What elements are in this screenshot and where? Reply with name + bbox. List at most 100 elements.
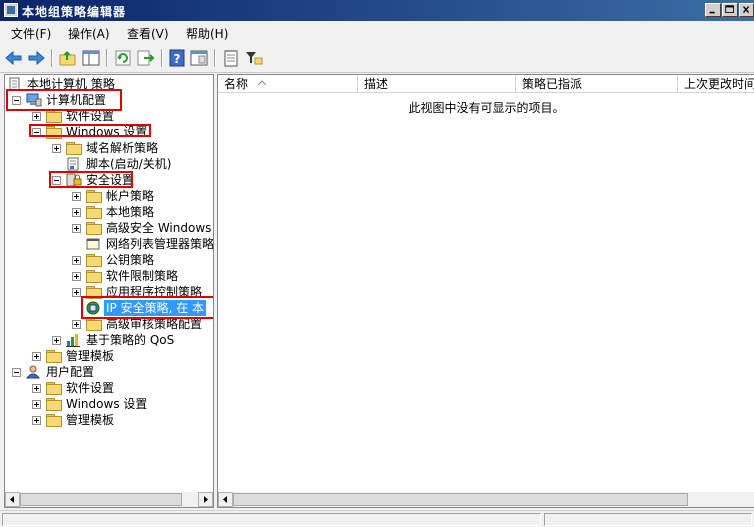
empty-view-message: 此视图中没有可显示的项目。 bbox=[408, 101, 565, 115]
maximize-icon bbox=[725, 5, 734, 13]
toolbar-separator bbox=[51, 49, 53, 67]
tree-label: 本地策略 bbox=[106, 205, 155, 219]
folder-lock-icon bbox=[86, 190, 102, 203]
expand-icon[interactable] bbox=[32, 400, 41, 409]
annotation-box bbox=[81, 296, 213, 319]
menu-action[interactable]: 操作(A) bbox=[68, 25, 110, 42]
column-header-policy-assigned[interactable]: 策略已指派 bbox=[516, 75, 678, 93]
folder-icon bbox=[66, 142, 82, 155]
back-icon[interactable] bbox=[4, 48, 24, 68]
column-header-last-modified[interactable]: 上次更改时间 bbox=[678, 75, 754, 93]
tree-label: 管理模板 bbox=[66, 413, 115, 427]
tree-label: 基于策略的 QoS bbox=[86, 333, 175, 347]
help-icon[interactable]: ? bbox=[167, 48, 187, 68]
scroll-thumb[interactable] bbox=[20, 493, 182, 506]
column-label: 上次更改时间 bbox=[684, 77, 754, 91]
script-icon bbox=[67, 157, 79, 171]
minimize-button[interactable] bbox=[705, 3, 721, 17]
annotation-box bbox=[29, 124, 151, 137]
folder-icon bbox=[46, 350, 62, 363]
expand-icon[interactable] bbox=[32, 112, 41, 121]
expand-icon[interactable] bbox=[32, 416, 41, 425]
notepad-icon[interactable] bbox=[221, 48, 241, 68]
bar-chart-icon bbox=[66, 334, 80, 347]
expand-icon[interactable] bbox=[72, 224, 81, 233]
tree-label: 公钥策略 bbox=[106, 253, 155, 267]
tree-label: 高级安全 Windows 防 bbox=[106, 221, 213, 235]
tree-label: Windows 设置 bbox=[66, 397, 148, 411]
tree-pane[interactable]: 本地计算机 策略 计算机配置 软件设置 Windows 设置 域名解析策略 脚本… bbox=[4, 74, 214, 508]
arrow-left-icon bbox=[223, 496, 227, 503]
expand-icon[interactable] bbox=[72, 320, 81, 329]
folder-icon bbox=[86, 270, 102, 283]
scroll-thumb[interactable] bbox=[233, 493, 688, 506]
export-list-icon[interactable] bbox=[135, 48, 155, 68]
arrow-right-icon bbox=[204, 496, 208, 503]
user-icon bbox=[26, 365, 41, 379]
column-label: 名称 bbox=[224, 77, 249, 91]
expand-icon[interactable] bbox=[72, 256, 81, 265]
folder-icon bbox=[46, 110, 62, 123]
column-label: 描述 bbox=[364, 77, 389, 91]
tree-label: 网络列表管理器策略 bbox=[106, 237, 214, 251]
app-icon bbox=[4, 3, 18, 17]
expand-icon[interactable] bbox=[72, 208, 81, 217]
refresh-icon[interactable] bbox=[113, 48, 133, 68]
scroll-left-button[interactable] bbox=[5, 492, 20, 507]
tree-label: 软件限制策略 bbox=[106, 269, 179, 283]
properties-icon[interactable] bbox=[189, 48, 209, 68]
folder-icon bbox=[86, 318, 102, 331]
title-bar: 本地组策略编辑器 bbox=[0, 0, 754, 21]
scroll-right-button[interactable] bbox=[198, 492, 213, 507]
annotation-box bbox=[6, 89, 122, 111]
folder-icon bbox=[46, 398, 62, 411]
filter-icon[interactable] bbox=[244, 48, 264, 68]
toolbar: ? bbox=[0, 44, 754, 73]
column-header-name[interactable]: 名称 bbox=[218, 75, 358, 93]
status-bar bbox=[0, 510, 754, 527]
close-icon bbox=[742, 6, 750, 14]
column-label: 策略已指派 bbox=[522, 77, 583, 91]
folder-icon bbox=[86, 254, 102, 267]
maximize-button[interactable] bbox=[722, 3, 738, 17]
list-horizontal-scrollbar[interactable] bbox=[218, 492, 754, 507]
menu-help[interactable]: 帮助(H) bbox=[186, 25, 228, 42]
tree-label: 用户配置 bbox=[46, 365, 95, 379]
tree-label: 管理模板 bbox=[66, 349, 115, 363]
expand-icon[interactable] bbox=[32, 384, 41, 393]
status-panel bbox=[2, 513, 541, 526]
menu-bar: 文件(F) 操作(A) 查看(V) 帮助(H) bbox=[0, 21, 754, 45]
menu-file[interactable]: 文件(F) bbox=[11, 25, 51, 42]
column-header-description[interactable]: 描述 bbox=[358, 75, 516, 93]
expand-icon[interactable] bbox=[72, 288, 81, 297]
up-folder-icon[interactable] bbox=[58, 48, 78, 68]
tree-label: 软件设置 bbox=[66, 381, 115, 395]
list-icon bbox=[86, 238, 100, 250]
list-pane[interactable]: 名称 描述 策略已指派 上次更改时间 此视图中没有可显示的项目。 bbox=[217, 74, 754, 508]
expand-icon[interactable] bbox=[52, 144, 61, 153]
annotation-box bbox=[49, 171, 133, 188]
menu-view[interactable]: 查看(V) bbox=[127, 25, 169, 42]
toolbar-separator bbox=[214, 49, 216, 67]
tree-label: 域名解析策略 bbox=[86, 141, 159, 155]
window-title: 本地组策略编辑器 bbox=[22, 5, 127, 19]
expand-icon[interactable] bbox=[72, 192, 81, 201]
tree-horizontal-scrollbar[interactable] bbox=[5, 492, 213, 507]
collapse-icon[interactable] bbox=[12, 368, 21, 377]
status-panel bbox=[544, 513, 752, 526]
forward-icon[interactable] bbox=[26, 48, 46, 68]
expand-icon[interactable] bbox=[52, 336, 61, 345]
expand-icon[interactable] bbox=[72, 272, 81, 281]
show-hide-tree-icon[interactable] bbox=[81, 48, 101, 68]
scroll-left-button[interactable] bbox=[218, 492, 233, 507]
svg-text:?: ? bbox=[174, 52, 181, 66]
arrow-left-icon bbox=[10, 496, 14, 503]
close-button[interactable] bbox=[739, 3, 754, 17]
folder-icon bbox=[86, 222, 102, 235]
folder-icon bbox=[46, 382, 62, 395]
sort-ascending-icon bbox=[258, 80, 266, 86]
toolbar-separator bbox=[161, 49, 163, 67]
expand-icon[interactable] bbox=[32, 352, 41, 361]
minimize-icon bbox=[709, 11, 715, 14]
tree-label: 脚本(启动/关机) bbox=[86, 157, 172, 171]
